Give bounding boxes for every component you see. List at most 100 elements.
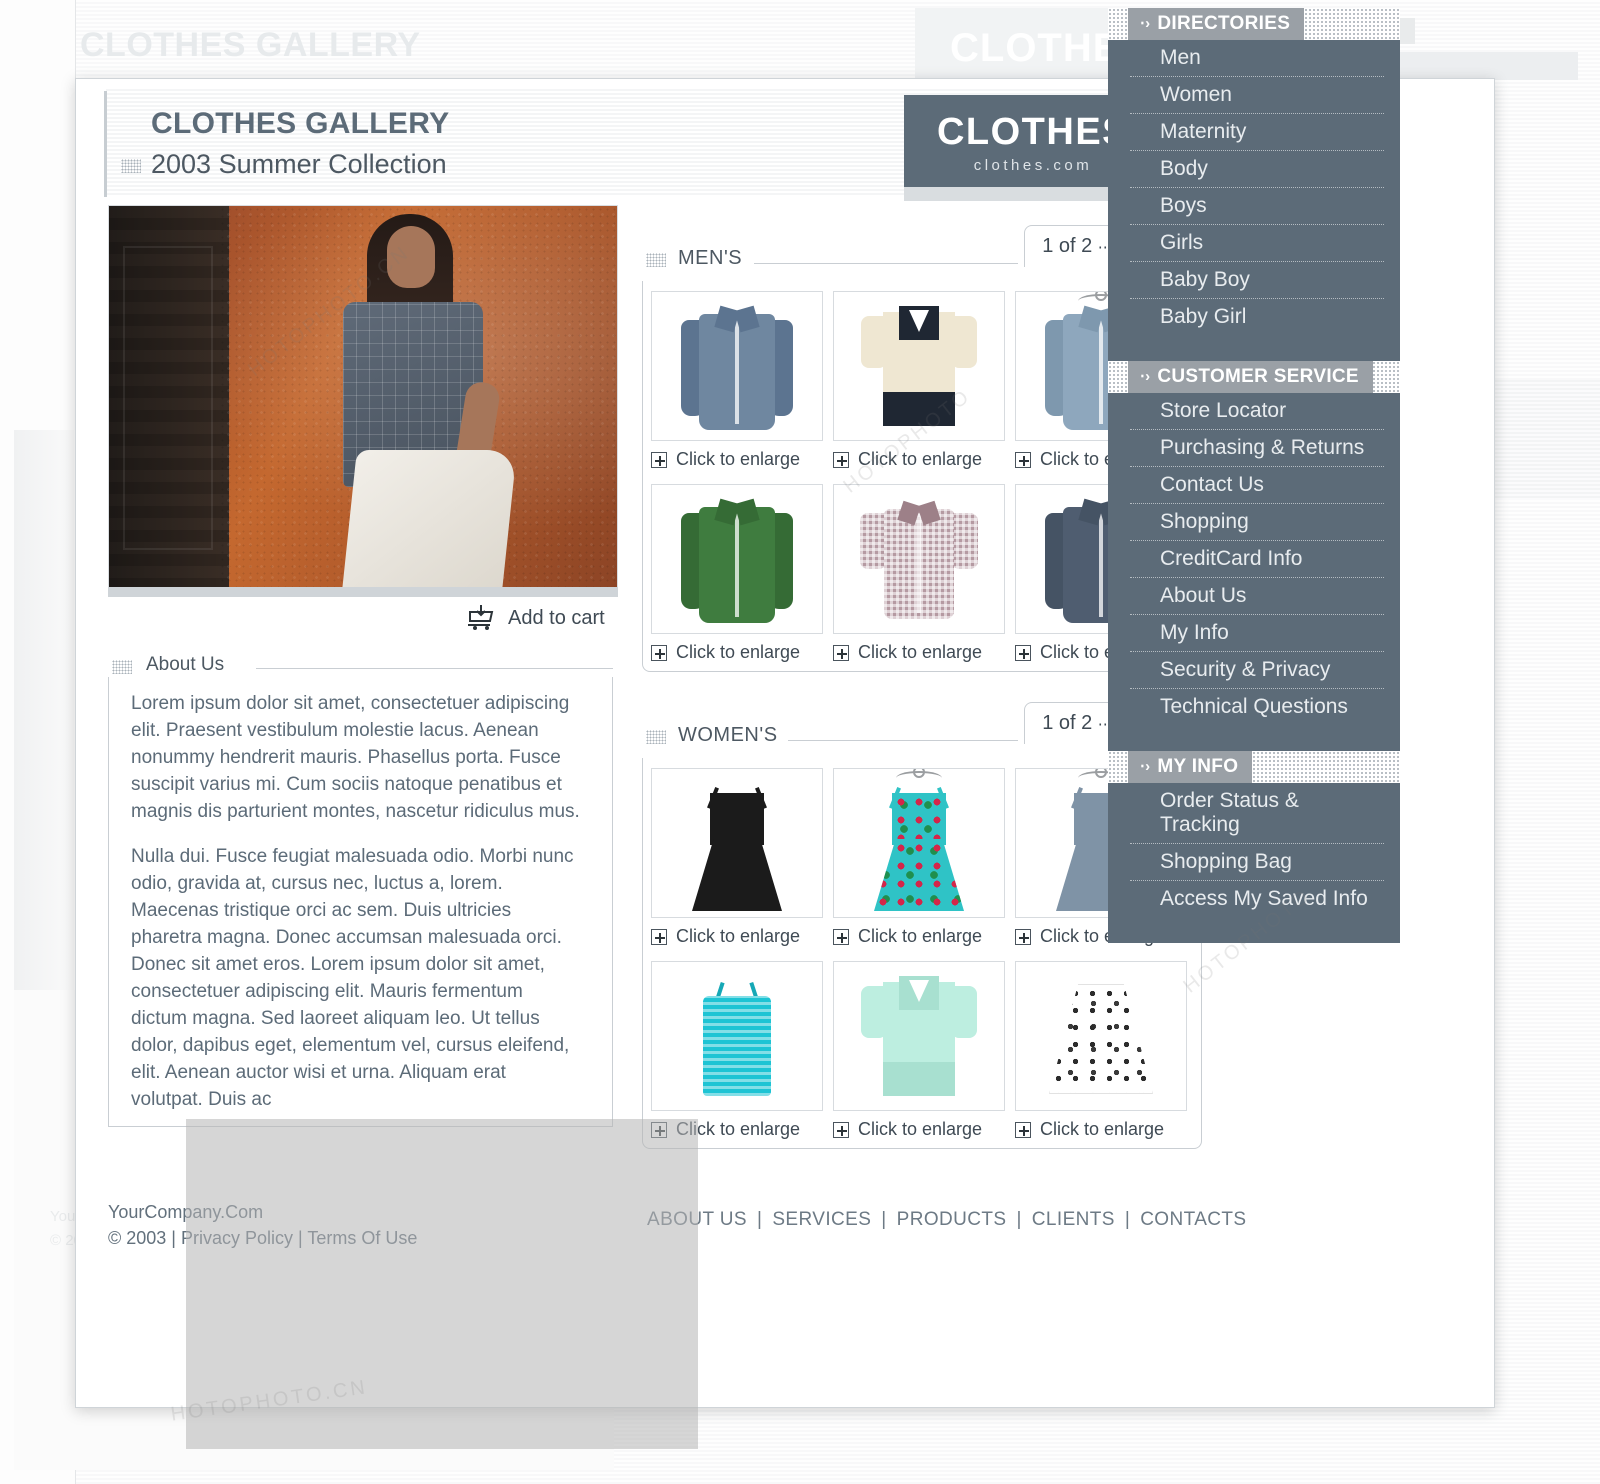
sidebar-group-items: Order Status & Tracking Shopping Bag Acc… — [1108, 783, 1400, 943]
hero-door-detail — [109, 206, 229, 589]
sidebar-item-girls[interactable]: Girls — [1130, 225, 1384, 262]
click-to-enlarge-label: Click to enlarge — [858, 449, 983, 469]
sidebar-item-store-locator[interactable]: Store Locator — [1130, 393, 1384, 430]
product-card[interactable]: Click to enlarge — [833, 291, 1005, 470]
about-us-rule — [256, 668, 613, 669]
sidebar-item-body[interactable]: Body — [1130, 151, 1384, 188]
product-thumbnail[interactable] — [833, 291, 1005, 441]
sidebar-item-security-privacy[interactable]: Security & Privacy — [1130, 652, 1384, 689]
product-thumbnail[interactable] — [651, 768, 823, 918]
product-thumbnail[interactable] — [1015, 961, 1187, 1111]
footer-nav-item-products[interactable]: PRODUCTS — [897, 1209, 1007, 1230]
arrow-right-icon: ⋅› — [1140, 15, 1151, 32]
background-ghost-title: CLOTHES GALLERY — [80, 26, 421, 64]
background-decor-left — [14, 430, 74, 990]
product-card[interactable]: Click to enlarge — [833, 961, 1005, 1140]
sidebar-item-boys[interactable]: Boys — [1130, 188, 1384, 225]
sidebar-item-creditcard-info[interactable]: CreditCard Info — [1130, 541, 1384, 578]
sidebar-item-women[interactable]: Women — [1130, 77, 1384, 114]
sidebar-item-about-us[interactable]: About Us — [1130, 578, 1384, 615]
product-card[interactable]: Click to enlarge — [1015, 961, 1187, 1140]
garment-floral-skirt — [1049, 984, 1153, 1094]
sidebar-group-header[interactable]: ⋅› DIRECTORIES — [1108, 8, 1400, 40]
about-us-panel: Lorem ipsum dolor sit amet, consectetuer… — [108, 677, 613, 1127]
sidebar-item-baby-boy[interactable]: Baby Boy — [1130, 262, 1384, 299]
dotted-square-icon — [646, 730, 666, 744]
click-to-enlarge-button[interactable]: Click to enlarge — [833, 642, 1005, 663]
click-to-enlarge-button[interactable]: Click to enlarge — [833, 926, 1005, 947]
click-to-enlarge-button[interactable]: Click to enlarge — [651, 449, 823, 470]
plus-icon — [1015, 644, 1031, 661]
click-to-enlarge-label: Click to enlarge — [676, 926, 801, 946]
page-title: CLOTHES GALLERY — [151, 107, 450, 140]
footer-nav-separator: | — [881, 1209, 887, 1230]
shopping-cart-icon — [466, 605, 496, 631]
sidebar-item-contact-us[interactable]: Contact Us — [1130, 467, 1384, 504]
footer-nav-item-clients[interactable]: CLIENTS — [1032, 1209, 1115, 1230]
product-thumbnail[interactable] — [651, 484, 823, 634]
garment-short-sleeve-shirt — [860, 500, 978, 619]
sidebar-group-myinfo: ⋅› MY INFO Order Status & Tracking Shopp… — [1108, 751, 1400, 943]
product-thumbnail[interactable] — [833, 484, 1005, 634]
click-to-enlarge-button[interactable]: Click to enlarge — [833, 1119, 1005, 1140]
add-to-cart-label: Add to cart — [508, 606, 605, 629]
sidebar-item-order-status-tracking[interactable]: Order Status & Tracking — [1130, 783, 1384, 844]
pager-label: 1 of 2 — [1042, 712, 1093, 734]
plus-icon — [1015, 928, 1031, 945]
hero-image[interactable] — [108, 205, 618, 590]
arrow-right-icon: ⋅› — [1140, 758, 1151, 775]
header-left-rule — [104, 91, 107, 197]
sidebar-item-men[interactable]: Men — [1130, 40, 1384, 77]
hanger-icon — [896, 771, 942, 785]
product-card[interactable]: Click to enlarge — [651, 291, 823, 470]
sidebar-item-baby-girl[interactable]: Baby Girl — [1130, 299, 1384, 335]
sidebar-item-shopping-bag[interactable]: Shopping Bag — [1130, 844, 1384, 881]
plus-icon — [1015, 1121, 1031, 1138]
sidebar-item-maternity[interactable]: Maternity — [1130, 114, 1384, 151]
sidebar-item-access-my-saved-info[interactable]: Access My Saved Info — [1130, 881, 1384, 917]
add-to-cart-button[interactable]: Add to cart — [466, 605, 605, 631]
product-card[interactable]: Click to enlarge — [651, 768, 823, 947]
click-to-enlarge-label: Click to enlarge — [858, 642, 983, 662]
sidebar-group-header-label: CUSTOMER SERVICE — [1157, 366, 1359, 387]
click-to-enlarge-label: Click to enlarge — [676, 642, 801, 662]
sidebar-group-items: Store Locator Purchasing & Returns Conta… — [1108, 393, 1400, 751]
product-card[interactable]: Click to enlarge — [651, 484, 823, 663]
garment-dress — [689, 787, 785, 911]
sidebar-group-items: Men Women Maternity Body Boys Girls Baby… — [1108, 40, 1400, 361]
click-to-enlarge-button[interactable]: Click to enlarge — [651, 926, 823, 947]
overlay-panel — [186, 1119, 698, 1449]
about-us-label: About Us — [146, 654, 225, 675]
plus-icon — [651, 644, 667, 661]
sidebar-item-technical-questions[interactable]: Technical Questions — [1130, 689, 1384, 725]
footer-nav-item-services[interactable]: SERVICES — [772, 1209, 871, 1230]
sidebar-group-header[interactable]: ⋅› CUSTOMER SERVICE — [1108, 361, 1400, 393]
garment-long-sleeve-shirt — [681, 304, 793, 430]
product-card[interactable]: Click to enlarge — [833, 484, 1005, 663]
product-thumbnail[interactable] — [833, 768, 1005, 918]
product-card[interactable]: Click to enlarge — [651, 961, 823, 1140]
sidebar-group-header[interactable]: ⋅› MY INFO — [1108, 751, 1400, 783]
footer-nav-separator: | — [1124, 1209, 1131, 1230]
garment-long-sleeve-shirt — [681, 497, 793, 623]
sidebar-item-purchasing-returns[interactable]: Purchasing & Returns — [1130, 430, 1384, 467]
sidebar-item-shopping[interactable]: Shopping — [1130, 504, 1384, 541]
plus-icon — [651, 451, 667, 468]
dotted-square-icon — [112, 660, 132, 674]
product-row: Click to enlarge Click to enlarge Click … — [651, 961, 1193, 1140]
plus-icon — [833, 644, 849, 661]
sidebar-item-my-info[interactable]: My Info — [1130, 615, 1384, 652]
right-sidebar: ⋅› DIRECTORIES Men Women Maternity Body … — [1108, 8, 1400, 943]
sidebar-group-directories: ⋅› DIRECTORIES Men Women Maternity Body … — [1108, 8, 1400, 361]
click-to-enlarge-label: Click to enlarge — [858, 926, 983, 946]
click-to-enlarge-button[interactable]: Click to enlarge — [1015, 1119, 1187, 1140]
hero-base-bar — [108, 587, 618, 597]
dotted-square-icon — [646, 253, 666, 267]
product-card[interactable]: Click to enlarge — [833, 768, 1005, 947]
click-to-enlarge-button[interactable]: Click to enlarge — [833, 449, 1005, 470]
footer-nav-item-contacts[interactable]: CONTACTS — [1140, 1209, 1246, 1230]
product-thumbnail[interactable] — [651, 961, 823, 1111]
click-to-enlarge-button[interactable]: Click to enlarge — [651, 642, 823, 663]
product-thumbnail[interactable] — [651, 291, 823, 441]
product-thumbnail[interactable] — [833, 961, 1005, 1111]
